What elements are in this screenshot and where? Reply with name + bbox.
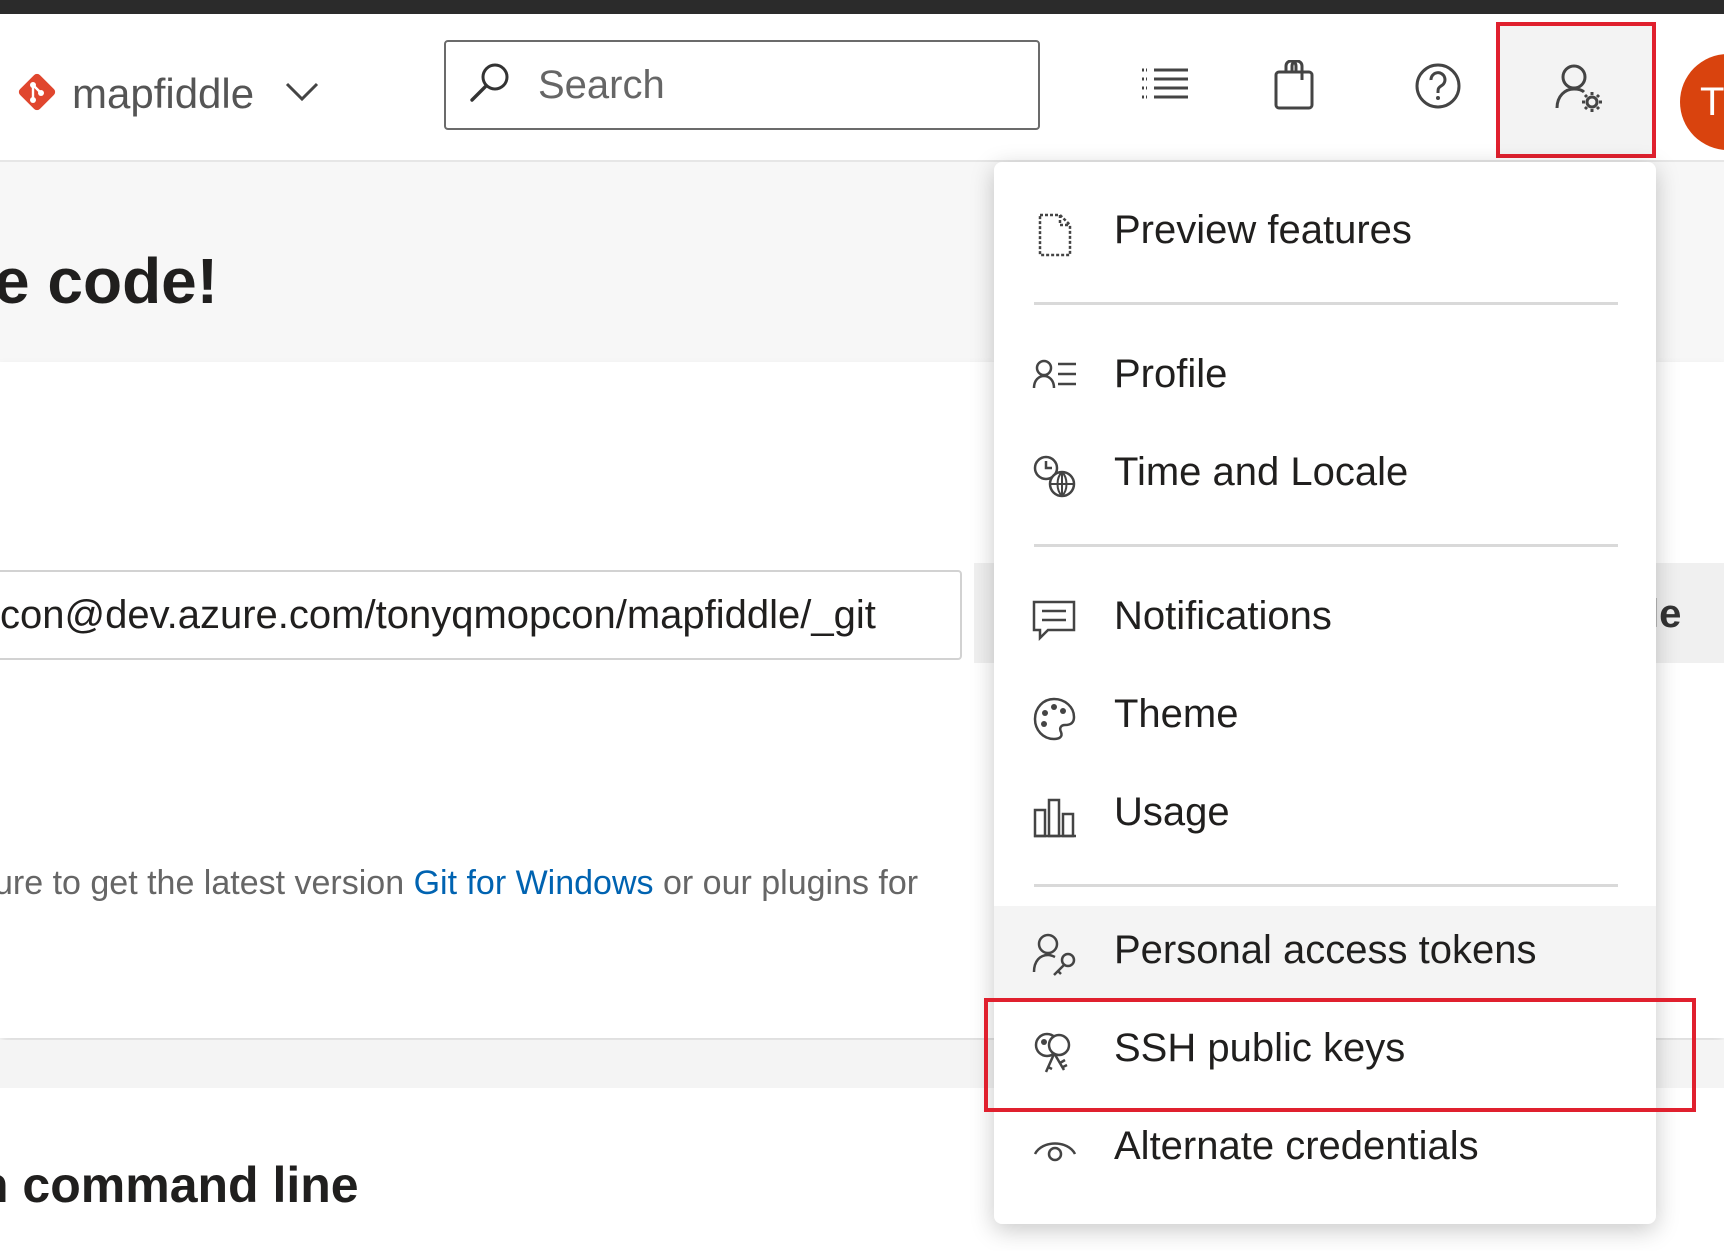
menu-item-label: Profile xyxy=(1114,352,1228,396)
menu-item-profile[interactable]: Profile xyxy=(994,330,1656,426)
time-locale-icon xyxy=(1032,454,1078,500)
window-top-strip xyxy=(0,0,1724,14)
menu-item-alternate-credentials[interactable]: Alternate credentials xyxy=(994,1102,1656,1198)
menu-item-label: Alternate credentials xyxy=(1114,1124,1479,1168)
personal-access-tokens-icon xyxy=(1032,932,1078,978)
menu-item-time-locale[interactable]: Time and Locale xyxy=(994,428,1656,524)
menu-item-label: Usage xyxy=(1114,790,1230,834)
alternate-credentials-icon xyxy=(1032,1128,1078,1174)
menu-item-label: Personal access tokens xyxy=(1114,928,1537,972)
menu-item-label: Time and Locale xyxy=(1114,450,1409,494)
search-box[interactable]: Search xyxy=(444,40,1040,130)
profile-icon xyxy=(1032,356,1078,402)
menu-item-personal-access-tokens[interactable]: Personal access tokens xyxy=(994,906,1656,1002)
usage-chart-icon xyxy=(1032,794,1078,840)
help-text-before: ure to get the latest version xyxy=(0,864,414,902)
chevron-down-icon[interactable] xyxy=(284,80,320,109)
notifications-icon xyxy=(1032,598,1078,644)
git-for-windows-link[interactable]: Git for Windows xyxy=(414,864,654,902)
help-icon[interactable] xyxy=(1414,62,1462,115)
menu-divider xyxy=(1034,544,1618,547)
work-items-list-icon[interactable] xyxy=(1140,64,1190,109)
menu-item-usage[interactable]: Usage xyxy=(994,768,1656,864)
top-header: mapfiddle Search T xyxy=(0,14,1724,162)
menu-item-theme[interactable]: Theme xyxy=(994,670,1656,766)
menu-item-notifications[interactable]: Notifications xyxy=(994,572,1656,668)
project-selector[interactable]: mapfiddle xyxy=(16,70,320,118)
theme-palette-icon xyxy=(1032,696,1078,742)
search-icon xyxy=(468,61,512,110)
project-logo-icon xyxy=(16,71,58,118)
clone-url-field[interactable]: con@dev.azure.com/tonyqmopcon/mapfiddle/… xyxy=(0,570,962,660)
search-placeholder: Search xyxy=(538,62,665,107)
hero-title: e code! xyxy=(0,245,219,317)
menu-item-label: Theme xyxy=(1114,692,1239,736)
user-settings-menu: Preview features Profile Time and Locale xyxy=(994,162,1656,1224)
avatar[interactable]: TV xyxy=(1680,54,1724,150)
menu-divider xyxy=(1034,302,1618,305)
project-name: mapfiddle xyxy=(72,70,255,117)
menu-divider xyxy=(1034,884,1618,887)
menu-item-ssh-public-keys[interactable]: SSH public keys xyxy=(994,1004,1656,1100)
menu-item-label: Preview features xyxy=(1114,208,1412,252)
menu-item-label: SSH public keys xyxy=(1114,1026,1406,1070)
user-settings-button[interactable] xyxy=(1496,22,1656,158)
section-title: n command line xyxy=(0,1157,359,1213)
user-settings-icon xyxy=(1555,64,1602,112)
menu-item-label: Notifications xyxy=(1114,594,1332,638)
menu-item-preview-features[interactable]: Preview features xyxy=(994,186,1656,282)
marketplace-bag-icon[interactable] xyxy=(1272,59,1316,117)
preview-features-icon xyxy=(1032,212,1078,258)
ssh-keys-icon xyxy=(1032,1030,1078,1076)
help-text-after: or our plugins for xyxy=(653,864,919,902)
help-text: ure to get the latest version Git for Wi… xyxy=(0,864,918,903)
